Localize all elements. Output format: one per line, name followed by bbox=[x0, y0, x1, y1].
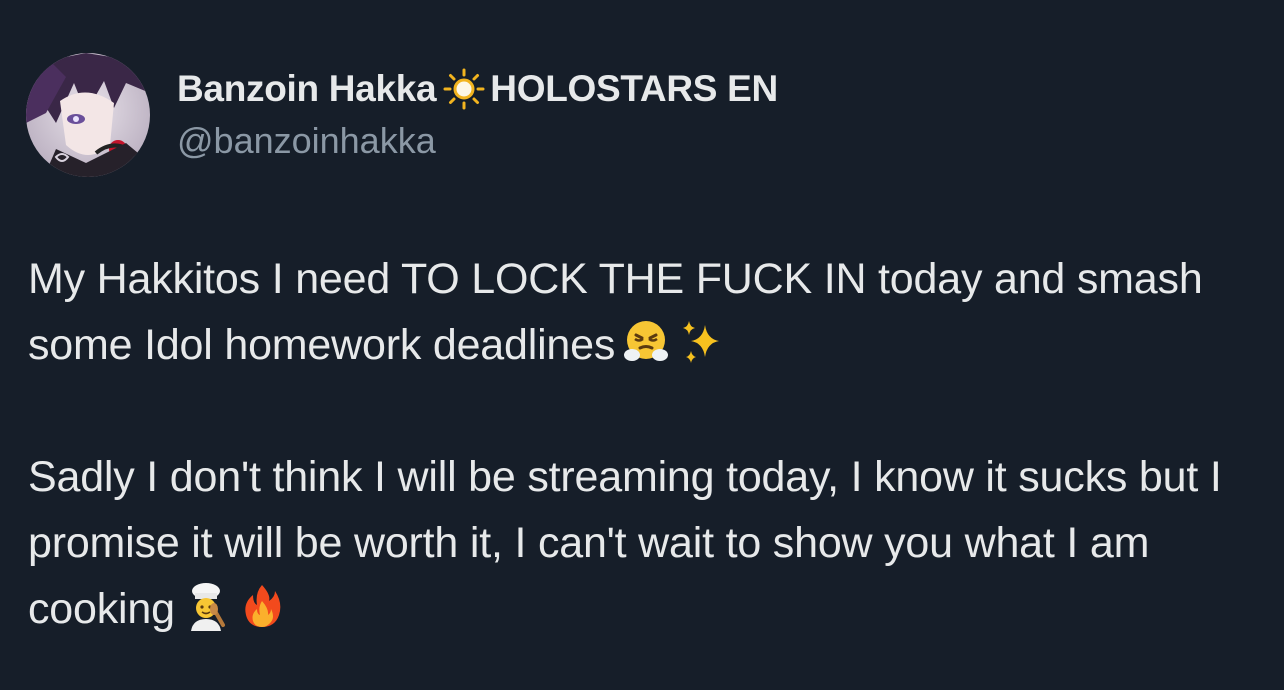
avatar[interactable] bbox=[26, 53, 150, 177]
sparkles-icon bbox=[677, 317, 727, 367]
tweet-paragraph-2: Sadly I don't think I will be streaming … bbox=[28, 444, 1268, 642]
face-with-steam-icon bbox=[621, 317, 671, 367]
avatar-image bbox=[26, 53, 150, 177]
tweet-paragraph-1: My Hakkitos I need TO LOCK THE FUCK IN t… bbox=[28, 246, 1268, 378]
user-handle[interactable]: @banzoinhakka bbox=[177, 120, 778, 162]
tweet-text: My Hakkitos I need TO LOCK THE FUCK IN t… bbox=[28, 246, 1268, 642]
sun-icon bbox=[442, 67, 486, 111]
affiliation-label: HOLOSTARS EN bbox=[490, 68, 778, 109]
display-name-row: Banzoin Hakka HOLOSTARS EN bbox=[177, 66, 778, 112]
user-info: Banzoin Hakka HOLOSTARS EN @banzoinhakka bbox=[177, 66, 778, 162]
cook-icon bbox=[181, 581, 231, 631]
display-name[interactable]: Banzoin Hakka bbox=[177, 68, 437, 110]
tweet-card: Banzoin Hakka HOLOSTARS EN @banzoinhakka… bbox=[0, 0, 1284, 690]
tweet-paragraph-1-text: My Hakkitos I need TO LOCK THE FUCK IN t… bbox=[28, 255, 1203, 369]
fire-icon bbox=[237, 581, 287, 631]
